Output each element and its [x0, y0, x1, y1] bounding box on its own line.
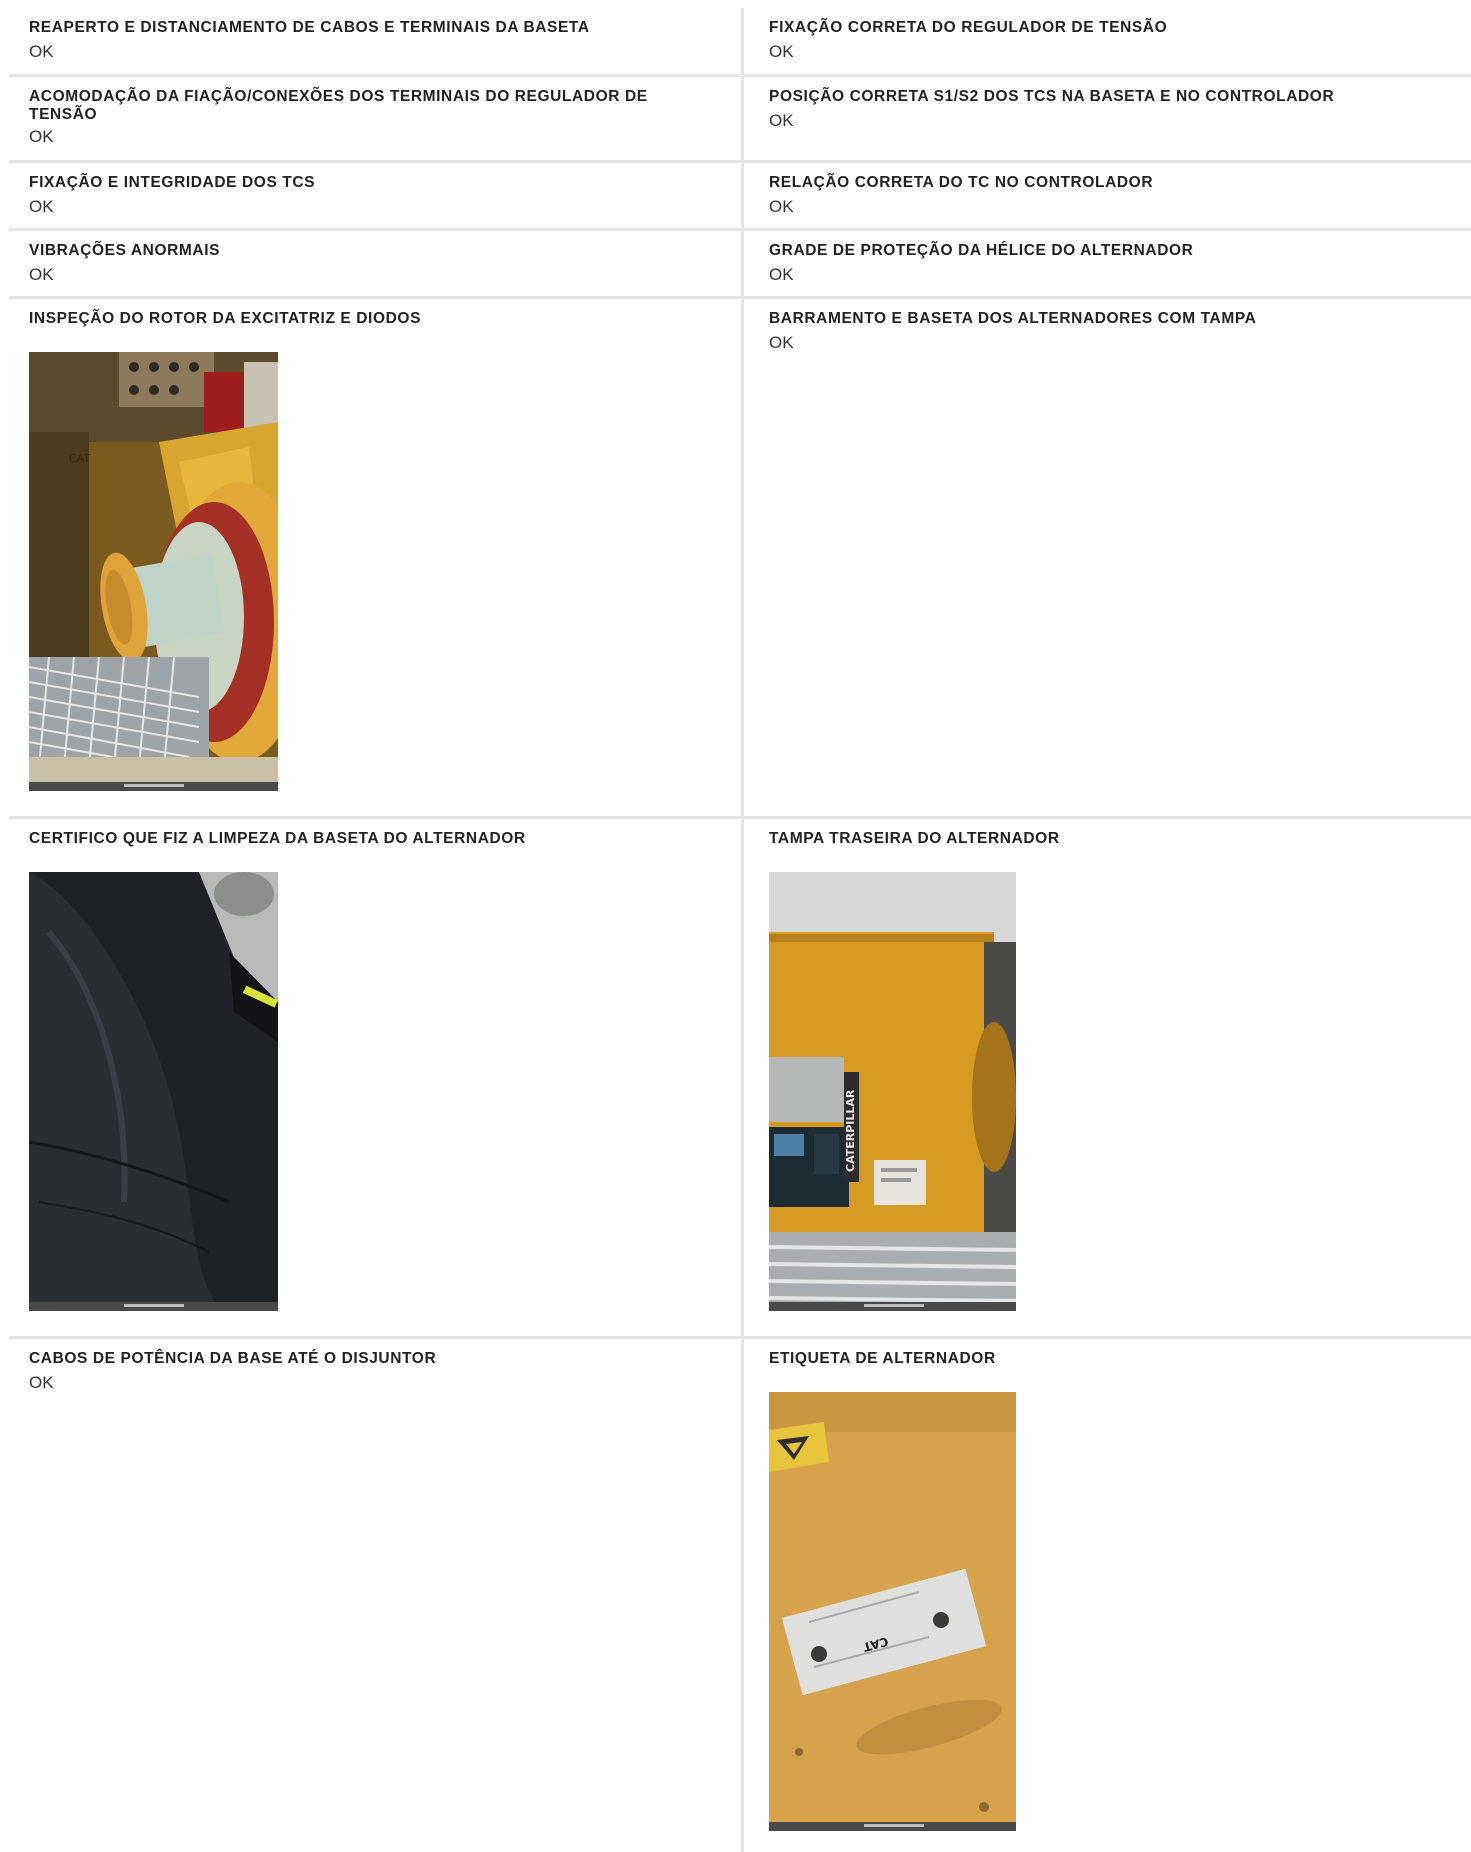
report-cell: REAPERTO E DISTANCIAMENTO DE CABOS E TER…: [9, 8, 744, 74]
item-label: CABOS DE POTÊNCIA DA BASE ATÉ O DISJUNTO…: [29, 1350, 437, 1367]
item-value: OK: [29, 42, 54, 61]
report-cell: GRADE DE PROTEÇÃO DA HÉLICE DO ALTERNADO…: [744, 231, 1471, 296]
report-cell: CERTIFICO QUE FIZ A LIMPEZA DA BASETA DO…: [9, 819, 744, 1336]
item-label: POSIÇÃO CORRETA S1/S2 DOS TCS NA BASETA …: [769, 88, 1335, 105]
inspection-report: REAPERTO E DISTANCIAMENTO DE CABOS E TER…: [0, 0, 1471, 1852]
cleaning-photo-image: [29, 872, 278, 1311]
report-cell: BARRAMENTO E BASETA DOS ALTERNADORES COM…: [744, 299, 1471, 816]
item-value: OK: [29, 197, 54, 216]
item-value: OK: [29, 127, 54, 146]
item-value: OK: [769, 111, 794, 130]
report-row: CABOS DE POTÊNCIA DA BASE ATÉ O DISJUNTO…: [9, 1339, 1471, 1852]
rotor-photo-image: CAT: [29, 352, 278, 791]
item-label: CERTIFICO QUE FIZ A LIMPEZA DA BASETA DO…: [29, 830, 526, 847]
item-label: RELAÇÃO CORRETA DO TC NO CONTROLADOR: [769, 174, 1154, 191]
rear-cover-photo[interactable]: CATERPILLAR: [769, 872, 1016, 1311]
item-label: VIBRAÇÕES ANORMAIS: [29, 242, 221, 259]
item-label: TAMPA TRASEIRA DO ALTERNADOR: [769, 830, 1060, 847]
report-row: CERTIFICO QUE FIZ A LIMPEZA DA BASETA DO…: [9, 819, 1471, 1339]
report-cell: FIXAÇÃO CORRETA DO REGULADOR DE TENSÃO O…: [744, 8, 1471, 74]
alternator-label-photo[interactable]: CAT: [769, 1392, 1016, 1831]
item-label: BARRAMENTO E BASETA DOS ALTERNADORES COM…: [769, 310, 1257, 327]
report-cell: POSIÇÃO CORRETA S1/S2 DOS TCS NA BASETA …: [744, 77, 1471, 160]
photo-timestamp-strip: [769, 1302, 1016, 1311]
report-row: VIBRAÇÕES ANORMAIS OK GRADE DE PROTEÇÃO …: [9, 231, 1471, 299]
report-cell: VIBRAÇÕES ANORMAIS OK: [9, 231, 744, 296]
item-value: OK: [29, 265, 54, 284]
report-cell: INSPEÇÃO DO ROTOR DA EXCITATRIZ E DIODOS: [9, 299, 744, 816]
item-label: ETIQUETA DE ALTERNADOR: [769, 1350, 996, 1367]
item-label: REAPERTO E DISTANCIAMENTO DE CABOS E TER…: [29, 19, 590, 36]
rear-cover-photo-image: CATERPILLAR: [769, 872, 1016, 1311]
rotor-photo[interactable]: CAT: [29, 352, 278, 791]
report-row: INSPEÇÃO DO ROTOR DA EXCITATRIZ E DIODOS: [9, 299, 1471, 819]
report-cell: CABOS DE POTÊNCIA DA BASE ATÉ O DISJUNTO…: [9, 1339, 744, 1852]
cleaning-photo[interactable]: [29, 872, 278, 1311]
item-value: OK: [769, 265, 794, 284]
report-row: FIXAÇÃO E INTEGRIDADE DOS TCS OK RELAÇÃO…: [9, 163, 1471, 231]
item-label: ACOMODAÇÃO DA FIAÇÃO/CONEXÕES DOS TERMIN…: [29, 88, 648, 123]
item-label: GRADE DE PROTEÇÃO DA HÉLICE DO ALTERNADO…: [769, 242, 1194, 259]
alternator-label-photo-image: CAT: [769, 1392, 1016, 1831]
report-row: ACOMODAÇÃO DA FIAÇÃO/CONEXÕES DOS TERMIN…: [9, 77, 1471, 163]
report-row: REAPERTO E DISTANCIAMENTO DE CABOS E TER…: [9, 8, 1471, 77]
item-label: FIXAÇÃO CORRETA DO REGULADOR DE TENSÃO: [769, 19, 1168, 36]
item-value: OK: [769, 197, 794, 216]
photo-timestamp-strip: [29, 782, 278, 791]
rotor-photo-logo: CAT: [69, 452, 90, 465]
item-value: OK: [769, 42, 794, 61]
report-cell: ACOMODAÇÃO DA FIAÇÃO/CONEXÕES DOS TERMIN…: [9, 77, 744, 160]
rear-cover-brand: CATERPILLAR: [844, 1089, 857, 1172]
report-cell: FIXAÇÃO E INTEGRIDADE DOS TCS OK: [9, 163, 744, 228]
item-value: OK: [769, 333, 794, 352]
item-label: FIXAÇÃO E INTEGRIDADE DOS TCS: [29, 174, 316, 191]
report-cell: TAMPA TRASEIRA DO ALTERNADOR CATERPILLAR: [744, 819, 1471, 1336]
report-cell: RELAÇÃO CORRETA DO TC NO CONTROLADOR OK: [744, 163, 1471, 228]
item-label: INSPEÇÃO DO ROTOR DA EXCITATRIZ E DIODOS: [29, 310, 422, 327]
report-cell: ETIQUETA DE ALTERNADOR CAT: [744, 1339, 1471, 1852]
item-value: OK: [29, 1373, 54, 1392]
photo-timestamp-strip: [29, 1302, 278, 1311]
photo-timestamp-strip: [769, 1822, 1016, 1831]
